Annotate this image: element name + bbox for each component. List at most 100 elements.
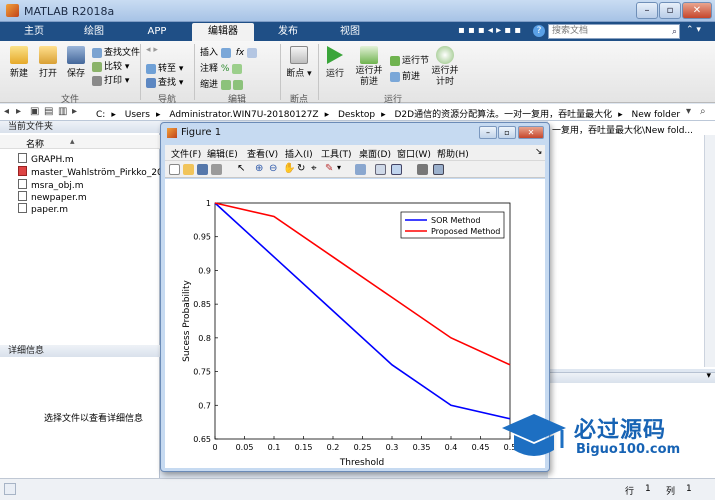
breadcrumb-item[interactable]: D2D通信的资源分配算法。一对一复用，吞吐量最大化 xyxy=(395,110,613,120)
colorbar-icon[interactable] xyxy=(375,164,386,175)
menu-tools[interactable]: 工具(T) xyxy=(321,147,352,160)
search-input[interactable]: 搜索文档 ⌕ xyxy=(548,24,680,39)
y-tick-label: 0.65 xyxy=(193,435,211,444)
print-figure-icon[interactable] xyxy=(211,164,222,175)
list-item[interactable]: newpaper.m xyxy=(18,191,87,203)
browse-folder-icon[interactable]: ▤ xyxy=(44,106,53,117)
print-icon xyxy=(92,75,102,86)
list-item[interactable]: GRAPH.m xyxy=(18,153,74,165)
run-and-advance-button[interactable]: 运行并 前进 xyxy=(352,46,386,88)
maximize-button[interactable]: ▫ xyxy=(659,2,681,19)
quick-access-icons[interactable]: ▪ ▪ ▪ ◂ ▸ ▪ ▪ xyxy=(458,25,521,36)
breadcrumb-item[interactable]: C: xyxy=(96,110,105,120)
run-section-icon xyxy=(390,55,400,66)
run-section-button[interactable]: 运行节 xyxy=(390,53,429,66)
advance-button[interactable]: 前进 xyxy=(390,69,420,82)
brush-dropdown-icon[interactable]: ▾ xyxy=(337,163,341,172)
editor-scrollbar[interactable] xyxy=(704,135,715,367)
folder-icon[interactable]: ▥ xyxy=(58,106,67,117)
title-bar: MATLAB R2018a – ▫ ✕ xyxy=(0,0,715,22)
breadcrumb-item[interactable]: New folder xyxy=(632,110,681,120)
col-value: 1 xyxy=(686,484,692,494)
save-figure-icon[interactable] xyxy=(197,164,208,175)
comment-button[interactable]: 注释 % xyxy=(200,61,244,74)
show-tools-icon[interactable] xyxy=(433,164,444,175)
run-and-time-button[interactable]: 运行并 计时 xyxy=(428,46,462,88)
figure-close-button[interactable]: ✕ xyxy=(518,126,544,139)
save-button[interactable]: 保存 xyxy=(62,46,90,79)
menu-edit[interactable]: 编辑(E) xyxy=(207,147,238,160)
up-folder-icon[interactable]: ▣ xyxy=(30,106,39,117)
find-button[interactable]: 查找 ▾ xyxy=(146,75,183,88)
list-item[interactable]: msra_obj.m xyxy=(18,179,84,191)
legend[interactable]: SOR Method Proposed Method xyxy=(400,211,505,239)
open-button[interactable]: 打开 xyxy=(34,46,62,79)
list-item[interactable]: paper.m xyxy=(18,203,68,215)
menu-desktop[interactable]: 桌面(D) xyxy=(359,147,391,160)
menu-file[interactable]: 文件(F) xyxy=(171,147,201,160)
print-button[interactable]: 打印 ▾ xyxy=(92,73,129,86)
watermark: 必过源码 Biguo100.com xyxy=(498,408,698,468)
forward-icon[interactable]: ▸ xyxy=(16,106,21,117)
minimize-button[interactable]: – xyxy=(636,2,658,19)
row-value: 1 xyxy=(645,484,651,494)
panel-menu-icon[interactable]: ▾ xyxy=(706,371,711,381)
data-cursor-icon[interactable]: ⌖ xyxy=(311,163,317,174)
rotate-icon[interactable]: ↻ xyxy=(297,163,305,174)
breadcrumb[interactable]: C: ▸ Users ▸ Administrator.WIN7U-20180127Z… xyxy=(96,107,686,120)
tab-apps[interactable]: APP xyxy=(128,23,186,41)
help-icon[interactable]: ? xyxy=(533,25,545,37)
breakpoints-button[interactable]: 断点 ▾ xyxy=(284,46,314,79)
find-file-button[interactable]: 查找文件 xyxy=(92,45,140,58)
new-figure-icon[interactable] xyxy=(169,164,180,175)
list-item[interactable]: master_Wahlström_Pirkko_2015... xyxy=(18,166,183,178)
breadcrumb-item[interactable]: Users xyxy=(125,110,150,120)
path-search-icon[interactable]: ⌕ xyxy=(700,106,706,117)
menu-dock-icon[interactable]: ↘ xyxy=(535,147,543,157)
menu-view[interactable]: 查看(V) xyxy=(247,147,278,160)
hide-tools-icon[interactable] xyxy=(417,164,428,175)
zoom-in-icon[interactable]: ⊕ xyxy=(255,163,263,174)
goto-button[interactable]: 转至 ▾ xyxy=(146,61,183,74)
path-root-icon[interactable]: ▸ xyxy=(72,106,77,117)
figure-maximize-button[interactable]: ▫ xyxy=(498,126,516,139)
tab-home[interactable]: 主页 xyxy=(8,23,60,41)
pointer-icon[interactable]: ↖ xyxy=(237,163,245,174)
breadcrumb-item[interactable]: Desktop xyxy=(338,110,375,120)
pan-icon[interactable]: ✋ xyxy=(283,163,295,174)
figure-minimize-button[interactable]: – xyxy=(479,126,497,139)
tab-plots[interactable]: 绘图 xyxy=(64,23,124,41)
plot-area: 0 0.05 0.1 0.15 0.2 0.25 0.3 0.35 0.4 0.45 0.5 0.65… xyxy=(165,179,545,468)
new-button[interactable]: 新建 xyxy=(6,46,32,79)
run-button[interactable]: 运行 xyxy=(322,46,348,79)
search-icon[interactable]: ⌕ xyxy=(672,26,677,39)
editor-path-fragment: 一复用，吞吐量最大化\New fold... xyxy=(552,126,693,136)
zoom-out-icon[interactable]: ⊖ xyxy=(269,163,277,174)
close-button[interactable]: ✕ xyxy=(682,2,712,19)
back-icon[interactable]: ◂ xyxy=(4,106,9,117)
menu-help[interactable]: 帮助(H) xyxy=(437,147,469,160)
panel-title: 当前文件夹 xyxy=(0,121,160,133)
link-plot-icon[interactable] xyxy=(355,164,366,175)
breadcrumb-item[interactable]: Administrator.WIN7U-20180127Z xyxy=(169,110,318,120)
indent-button[interactable]: 缩进 xyxy=(200,77,245,90)
ribbon-collapse-icon[interactable]: ⌃ ▾ xyxy=(686,25,701,35)
compare-button[interactable]: 比较 ▾ xyxy=(92,59,129,72)
open-file-icon[interactable] xyxy=(183,164,194,175)
name-column-header[interactable]: 名称 ▴ xyxy=(0,135,160,150)
tab-editor[interactable]: 编辑器 xyxy=(192,23,254,41)
figure-window[interactable]: Figure 1 – ▫ ✕ 文件(F) 编辑(E) 查看(V) 插入(I) 工… xyxy=(160,122,550,472)
insert-button[interactable]: 插入 fx xyxy=(200,45,259,58)
legend-icon[interactable] xyxy=(391,164,402,175)
path-dropdown-icon[interactable]: ▾ xyxy=(686,106,691,117)
nav-arrows-icon[interactable]: ◂ ▸ xyxy=(146,45,158,55)
y-tick-label: 0.85 xyxy=(193,300,211,309)
menu-window[interactable]: 窗口(W) xyxy=(397,147,431,160)
brush-icon[interactable]: ✎ xyxy=(325,163,333,174)
line-chart: 0 0.05 0.1 0.15 0.2 0.25 0.3 0.35 0.4 0.45 0.50.65… xyxy=(182,199,516,468)
figure-icon xyxy=(167,128,177,138)
figure-toolbar: ↖ ⊕ ⊖ ✋ ↻ ⌖ ✎ ▾ xyxy=(165,160,545,178)
tab-publish[interactable]: 发布 xyxy=(258,23,318,41)
menu-insert[interactable]: 插入(I) xyxy=(285,147,313,160)
tab-view[interactable]: 视图 xyxy=(322,23,378,41)
